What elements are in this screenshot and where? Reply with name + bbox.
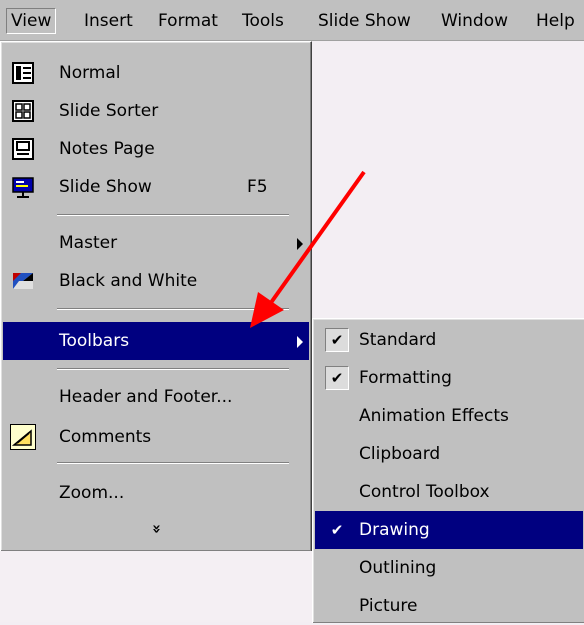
menu-format[interactable]: Format — [154, 8, 222, 34]
menu-item-master[interactable]: Master — [3, 224, 309, 262]
toolbar-item-drawing[interactable]: ✔ Drawing — [315, 511, 583, 549]
notes-page-icon — [12, 138, 34, 160]
menu-separator — [57, 368, 289, 370]
checkmark-icon: ✔ — [325, 328, 349, 352]
submenu-arrow-icon — [297, 336, 303, 348]
menu-insert[interactable]: Insert — [80, 8, 137, 34]
expand-menu-chevron-icon[interactable]: » — [147, 519, 167, 539]
toolbar-item-animation-effects[interactable]: Animation Effects — [315, 397, 583, 435]
menu-item-toolbars[interactable]: Toolbars — [3, 322, 309, 360]
checkmark-icon: ✔ — [325, 366, 349, 390]
slide-background — [0, 551, 312, 622]
menu-item-slide-show[interactable]: Slide Show F5 — [3, 168, 309, 206]
shortcut-f5: F5 — [247, 177, 268, 197]
menu-item-comments[interactable]: Comments — [3, 418, 309, 456]
slide-show-icon — [12, 177, 34, 198]
menu-window[interactable]: Window — [437, 8, 512, 34]
menu-separator — [57, 214, 289, 216]
checkmark-icon: ✔ — [330, 521, 344, 539]
submenu-arrow-icon — [297, 238, 303, 250]
menu-tools[interactable]: Tools — [238, 8, 288, 34]
menu-help[interactable]: Help — [532, 8, 579, 34]
normal-view-icon — [12, 62, 34, 84]
toolbar-item-standard[interactable]: ✔ Standard — [315, 321, 583, 359]
menu-item-header-and-footer[interactable]: Header and Footer... — [3, 378, 309, 416]
menu-item-zoom[interactable]: Zoom... — [3, 474, 309, 512]
menu-separator — [57, 308, 289, 310]
menu-view[interactable]: View — [6, 8, 57, 34]
slide-sorter-icon — [12, 100, 34, 122]
black-and-white-icon — [13, 273, 33, 289]
toolbar-item-control-toolbox[interactable]: Control Toolbox — [315, 473, 583, 511]
menu-slide-show[interactable]: Slide Show — [314, 8, 415, 34]
toolbar-item-picture[interactable]: Picture — [315, 587, 583, 625]
menu-item-slide-sorter[interactable]: Slide Sorter — [3, 92, 309, 130]
menu-bar: View Insert Format Tools Slide Show Wind… — [0, 0, 584, 41]
comments-icon — [10, 424, 36, 450]
menu-item-normal[interactable]: Normal — [3, 54, 309, 92]
menu-item-notes-page[interactable]: Notes Page — [3, 130, 309, 168]
menu-separator — [57, 462, 289, 464]
toolbar-item-formatting[interactable]: ✔ Formatting — [315, 359, 583, 397]
toolbar-item-clipboard[interactable]: Clipboard — [315, 435, 583, 473]
toolbar-item-outlining[interactable]: Outlining — [315, 549, 583, 587]
view-menu: Normal Slide Sorter Notes Page Slide Sho… — [0, 41, 312, 552]
toolbars-submenu: ✔ Standard ✔ Formatting Animation Effect… — [312, 318, 584, 623]
menu-item-black-and-white[interactable]: Black and White — [3, 262, 309, 300]
